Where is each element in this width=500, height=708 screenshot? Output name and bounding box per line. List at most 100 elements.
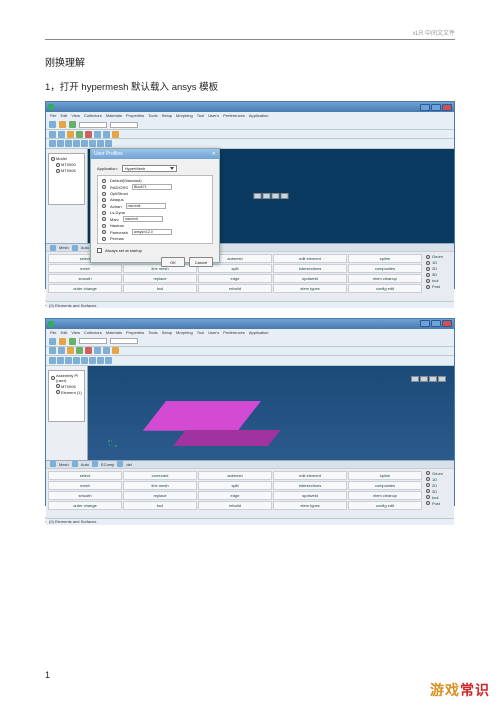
radio-1d[interactable]: 1D <box>432 260 437 265</box>
cmd-icon[interactable] <box>117 461 123 467</box>
menu-item[interactable]: Setup <box>162 330 172 336</box>
tb-icon[interactable] <box>67 347 74 354</box>
cmd-cell[interactable]: mesh <box>48 481 122 490</box>
radio-3d[interactable]: 3D <box>432 489 437 494</box>
tb-icon[interactable] <box>57 140 64 147</box>
menu-item[interactable]: Properties <box>126 113 144 119</box>
cmd-label[interactable]: del <box>126 462 131 467</box>
tb-icon[interactable] <box>49 347 56 354</box>
menu-item[interactable]: Properties <box>126 330 144 336</box>
field[interactable]: msc/exit <box>123 216 163 222</box>
cmd-label[interactable]: Mesh <box>59 245 69 250</box>
cmd-cell[interactable]: order change <box>48 284 122 293</box>
cmd-cell[interactable]: order change <box>48 501 122 510</box>
tb-icon[interactable] <box>105 140 112 147</box>
cmd-cell[interactable]: smooth <box>48 491 122 500</box>
radio-option[interactable]: Ls-Dyna <box>110 210 125 215</box>
tb-icon[interactable] <box>49 338 56 345</box>
cmd-cell[interactable]: split <box>198 481 272 490</box>
radio-3d[interactable]: 3D <box>432 272 437 277</box>
menu-item[interactable]: Tool <box>197 330 204 336</box>
menu-item[interactable]: Preferences <box>223 330 245 336</box>
tb-icon[interactable] <box>105 357 112 364</box>
maximize-button[interactable] <box>431 320 441 327</box>
menu-item[interactable]: Tools <box>148 330 157 336</box>
menu-item[interactable]: Tools <box>148 113 157 119</box>
field[interactable]: Block71 <box>132 184 172 190</box>
cmd-label[interactable]: Auto <box>81 462 89 467</box>
close-button[interactable] <box>442 320 452 327</box>
menu-item[interactable]: User's <box>208 113 219 119</box>
tb-icon[interactable] <box>67 131 74 138</box>
menu-item[interactable]: Tool <box>197 113 204 119</box>
radio-option[interactable]: Pamcrash <box>110 230 128 235</box>
menu-item[interactable]: Collectors <box>84 113 102 119</box>
cmd-cell[interactable]: corrected <box>123 471 197 480</box>
menu-item[interactable]: Materials <box>106 113 122 119</box>
tb-icon[interactable] <box>94 131 101 138</box>
radio-option[interactable]: OptiStruct <box>110 191 128 196</box>
cancel-button[interactable]: Cancel <box>189 257 213 267</box>
radio-geom[interactable]: Geom <box>432 254 443 259</box>
menu-item[interactable]: File <box>50 330 56 336</box>
cmd-cell[interactable]: config edit <box>348 284 422 293</box>
tb-icon[interactable] <box>49 357 56 364</box>
cmd-label[interactable]: Auto <box>81 245 89 250</box>
ok-button[interactable]: OK <box>161 257 185 267</box>
radio-post[interactable]: Post <box>432 501 440 506</box>
minimize-button[interactable] <box>420 320 430 327</box>
tb-icon[interactable] <box>59 338 66 345</box>
tb-icon[interactable] <box>49 140 56 147</box>
model-tree[interactable]: Assembly Pl (user) MT0006 Element (1) <box>48 370 85 422</box>
cmd-cell[interactable]: composites <box>348 264 422 273</box>
tb-icon[interactable] <box>94 347 101 354</box>
cmd-cell[interactable]: elem cleanup <box>348 274 422 283</box>
tb-icon[interactable] <box>89 140 96 147</box>
menu-item[interactable]: Application <box>249 113 269 119</box>
tb-icon[interactable] <box>112 347 119 354</box>
maximize-button[interactable] <box>431 104 441 111</box>
menu-item[interactable]: User's <box>208 330 219 336</box>
tb-input[interactable] <box>79 338 107 344</box>
checkbox[interactable] <box>97 248 102 253</box>
radio-2d[interactable]: 2D <box>432 266 437 271</box>
tb-icon[interactable] <box>49 131 56 138</box>
menu-item[interactable]: View <box>71 113 80 119</box>
tb-icon[interactable] <box>76 347 83 354</box>
tb-input[interactable] <box>110 338 138 344</box>
radio-tool[interactable]: tool <box>432 495 438 500</box>
tb-icon[interactable] <box>76 131 83 138</box>
radio-option[interactable]: Abaqus <box>110 197 124 202</box>
radio-2d[interactable]: 2D <box>432 483 437 488</box>
tb-icon[interactable] <box>69 121 76 128</box>
cmd-cell[interactable]: elem types <box>273 501 347 510</box>
radio-option[interactable]: Actran <box>110 204 122 209</box>
cmd-icon[interactable] <box>92 461 98 467</box>
cmd-cell[interactable]: config edit <box>348 501 422 510</box>
tb-icon[interactable] <box>97 357 104 364</box>
tb-icon[interactable] <box>85 347 92 354</box>
tb-icon[interactable] <box>112 131 119 138</box>
cmd-label[interactable]: Mesh <box>59 462 69 467</box>
menu-item[interactable]: Edit <box>60 330 67 336</box>
radio-post[interactable]: Post <box>432 284 440 289</box>
cmd-icon[interactable] <box>50 245 56 251</box>
tb-icon[interactable] <box>103 347 110 354</box>
menu-item[interactable]: File <box>50 113 56 119</box>
cmd-cell[interactable]: intersections <box>273 264 347 273</box>
cmd-cell[interactable]: smooth <box>48 274 122 283</box>
menu-item[interactable]: Morphing <box>176 113 193 119</box>
cmd-cell[interactable]: elem cleanup <box>348 491 422 500</box>
model-tree[interactable]: Model MT0000 MT0006 <box>48 153 85 205</box>
cmd-cell[interactable]: spline <box>348 254 422 263</box>
tb-icon[interactable] <box>69 338 76 345</box>
cmd-icon[interactable] <box>72 461 78 467</box>
tb-icon[interactable] <box>89 357 96 364</box>
tb-icon[interactable] <box>81 140 88 147</box>
cmd-cell[interactable]: select <box>48 471 122 480</box>
tb-icon[interactable] <box>85 131 92 138</box>
menu-item[interactable]: Collectors <box>84 330 102 336</box>
cmd-cell[interactable]: edit element <box>273 254 347 263</box>
menu-item[interactable]: Setup <box>162 113 172 119</box>
tb-icon[interactable] <box>57 357 64 364</box>
